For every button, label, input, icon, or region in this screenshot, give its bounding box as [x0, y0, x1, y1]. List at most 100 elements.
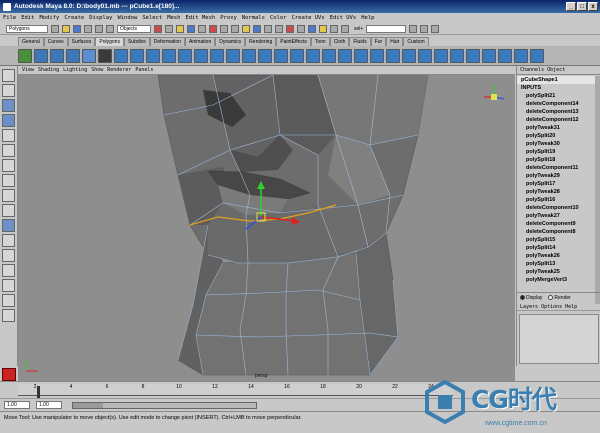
quadrangulate-icon[interactable]: [482, 48, 496, 63]
history-node[interactable]: polySplit13: [517, 260, 600, 268]
minimize-button[interactable]: _: [566, 2, 576, 11]
shelf-tab-polygons[interactable]: Polygons: [95, 37, 124, 46]
bridge-icon[interactable]: [226, 48, 240, 63]
select-deformers-icon[interactable]: [198, 24, 206, 33]
menu-edit-mesh[interactable]: Edit Mesh: [185, 15, 215, 21]
poly-sphere-icon[interactable]: [18, 48, 32, 63]
history-node[interactable]: polySplit16: [517, 196, 600, 204]
close-button[interactable]: x: [588, 2, 598, 11]
insert-edge-loop-icon[interactable]: [274, 48, 288, 63]
poly-cube-icon[interactable]: [34, 48, 48, 63]
layer-menu[interactable]: Layers Options Help: [517, 303, 600, 311]
range-current-field[interactable]: 1.00: [36, 401, 62, 409]
wedge-icon[interactable]: [386, 48, 400, 63]
lock-selection-icon[interactable]: [242, 24, 250, 33]
move-tool-icon[interactable]: [2, 114, 15, 127]
menu-file[interactable]: File: [3, 15, 16, 21]
cylindrical-mapping-icon[interactable]: [530, 48, 544, 63]
lasso-tool-icon[interactable]: [2, 84, 15, 97]
shelf-tab-toon[interactable]: Toon: [310, 37, 330, 46]
menu-mesh[interactable]: Mesh: [167, 15, 180, 21]
append-polygon-icon[interactable]: [242, 48, 256, 63]
history-node[interactable]: polySplit14: [517, 244, 600, 252]
combine-icon[interactable]: [114, 48, 128, 63]
select-rendering-icon[interactable]: [220, 24, 228, 33]
duplicate-face-icon[interactable]: [402, 48, 416, 63]
menu-select[interactable]: Select: [142, 15, 162, 21]
maximize-button[interactable]: □: [577, 2, 587, 11]
shelf-tab-dynamics[interactable]: Dynamics: [215, 37, 246, 46]
reverse-normals-icon[interactable]: [418, 48, 432, 63]
viewport-menu-panels[interactable]: Panels: [135, 67, 153, 73]
split-polygon-icon[interactable]: [258, 48, 272, 63]
history-node[interactable]: polySplit20: [517, 132, 600, 140]
render-view-icon[interactable]: [308, 24, 316, 33]
select-tool-icon[interactable]: [2, 69, 15, 82]
history-node[interactable]: polyTweak30: [517, 140, 600, 148]
poly-plane-icon[interactable]: [82, 48, 96, 63]
select-joints-icon[interactable]: [165, 24, 173, 33]
rotate-tool-icon[interactable]: [2, 129, 15, 142]
cleanup-icon[interactable]: [498, 48, 512, 63]
open-scene-icon[interactable]: [62, 24, 70, 33]
select-curves-icon[interactable]: [176, 24, 184, 33]
render-settings-icon[interactable]: [341, 24, 349, 33]
last-tool-icon[interactable]: [2, 204, 15, 217]
history-node[interactable]: polySplit15: [517, 236, 600, 244]
select-dynamics-icon[interactable]: [209, 24, 217, 33]
persp-graph-layout-icon[interactable]: [2, 264, 15, 277]
history-node[interactable]: polySplit17: [517, 180, 600, 188]
menu-proxy[interactable]: Proxy: [220, 15, 237, 21]
planar-mapping-icon[interactable]: [514, 48, 528, 63]
shelf-tab-hair[interactable]: Hair: [386, 37, 404, 46]
ipr-render-icon[interactable]: [330, 24, 338, 33]
paint-select-tool-icon[interactable]: [2, 99, 15, 112]
display-layers-radio[interactable]: Display: [520, 295, 542, 301]
soften-edge-icon[interactable]: [434, 48, 448, 63]
shelf-tab-painteffects[interactable]: PaintEffects: [276, 37, 311, 46]
harden-edge-icon[interactable]: [450, 48, 464, 63]
history-node[interactable]: polyTweak27: [517, 212, 600, 220]
mirror-icon[interactable]: [194, 48, 208, 63]
history-node[interactable]: deleteComponent8: [517, 228, 600, 236]
shelf-tab-curves[interactable]: Curves: [43, 37, 68, 46]
snap-point-icon[interactable]: [275, 24, 283, 33]
booleans-icon[interactable]: [162, 48, 176, 63]
poke-icon[interactable]: [370, 48, 384, 63]
menu-edit-uvs[interactable]: Edit UVs: [330, 15, 357, 21]
collapse-icon[interactable]: [322, 48, 336, 63]
history-node[interactable]: polyTweak25: [517, 268, 600, 276]
offset-edge-loop-icon[interactable]: [290, 48, 304, 63]
extract-icon[interactable]: [146, 48, 160, 63]
history-node[interactable]: deleteComponent11: [517, 164, 600, 172]
poly-torus-icon[interactable]: [98, 48, 112, 63]
shelf-tab-rendering[interactable]: Rendering: [245, 37, 277, 46]
history-node[interactable]: polyTweak28: [517, 188, 600, 196]
shelf-tab-cloth[interactable]: Cloth: [329, 37, 350, 46]
persp-outliner-layout-icon[interactable]: [2, 249, 15, 262]
separate-icon[interactable]: [130, 48, 144, 63]
viewport-menu-renderer[interactable]: Renderer: [107, 67, 131, 73]
object-mode-icon[interactable]: [95, 24, 103, 33]
current-frame-marker[interactable]: [37, 386, 40, 398]
history-node[interactable]: polyMergeVert3: [517, 276, 600, 284]
head-mesh-model[interactable]: [18, 75, 515, 381]
history-node[interactable]: deleteComponent13: [517, 108, 600, 116]
shelf-tab-fur[interactable]: Fur: [370, 37, 387, 46]
custom-layout-icon[interactable]: [2, 309, 15, 322]
menu-set-dropdown[interactable]: Polygons: [6, 24, 48, 33]
viewport-menu-shading[interactable]: Shading: [38, 67, 59, 73]
menu-edit[interactable]: Edit: [21, 15, 34, 21]
merge-icon[interactable]: [306, 48, 320, 63]
smooth-icon[interactable]: [178, 48, 192, 63]
select-handles-icon[interactable]: [154, 24, 162, 33]
poly-cone-icon[interactable]: [66, 48, 80, 63]
menu-create-uvs[interactable]: Create UVs: [292, 15, 325, 21]
viewport-menu-show[interactable]: Show: [91, 67, 103, 73]
show-channel-box-icon[interactable]: [431, 24, 440, 33]
channel-box-scrollbar[interactable]: [595, 76, 600, 304]
snap-grid-icon[interactable]: [253, 24, 261, 33]
menu-help[interactable]: Help: [361, 15, 374, 21]
viewport-menu-view[interactable]: View: [22, 67, 34, 73]
history-node[interactable]: polySplit18: [517, 156, 600, 164]
